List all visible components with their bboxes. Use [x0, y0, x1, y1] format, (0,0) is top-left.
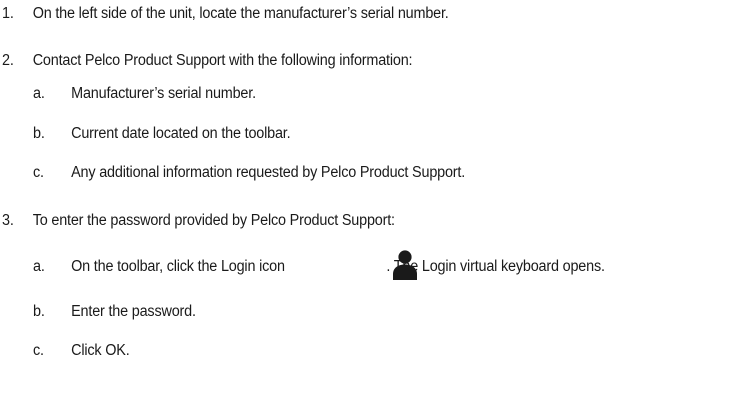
substep-letter: b. — [33, 303, 45, 320]
step-number: 1. — [2, 5, 14, 22]
login-person-icon — [393, 250, 417, 280]
substep-letter: c. — [33, 342, 44, 359]
substep-letter: b. — [33, 125, 45, 142]
step-text: To enter the password provided by Pelco … — [32, 212, 395, 229]
substep-text: Enter the password. — [71, 303, 196, 320]
substep-text-before-icon: On the toolbar, click the Login icon — [71, 258, 285, 275]
step-text: Contact Pelco Product Support with the f… — [32, 52, 413, 69]
step-text: On the left side of the unit, locate the… — [32, 5, 449, 22]
step-number: 2. — [2, 52, 14, 69]
substep-text: Click OK. — [71, 342, 130, 359]
substep-letter: a. — [33, 85, 45, 102]
substep-letter: a. — [33, 258, 45, 275]
substep-letter: c. — [33, 164, 44, 181]
substep-text: Manufacturer’s serial number. — [71, 85, 256, 102]
substep-text: Any additional information requested by … — [71, 164, 466, 181]
instruction-document: 1. On the left side of the unit, locate … — [0, 0, 750, 413]
substep-text: Current date located on the toolbar. — [71, 125, 291, 142]
step-number: 3. — [2, 212, 14, 229]
